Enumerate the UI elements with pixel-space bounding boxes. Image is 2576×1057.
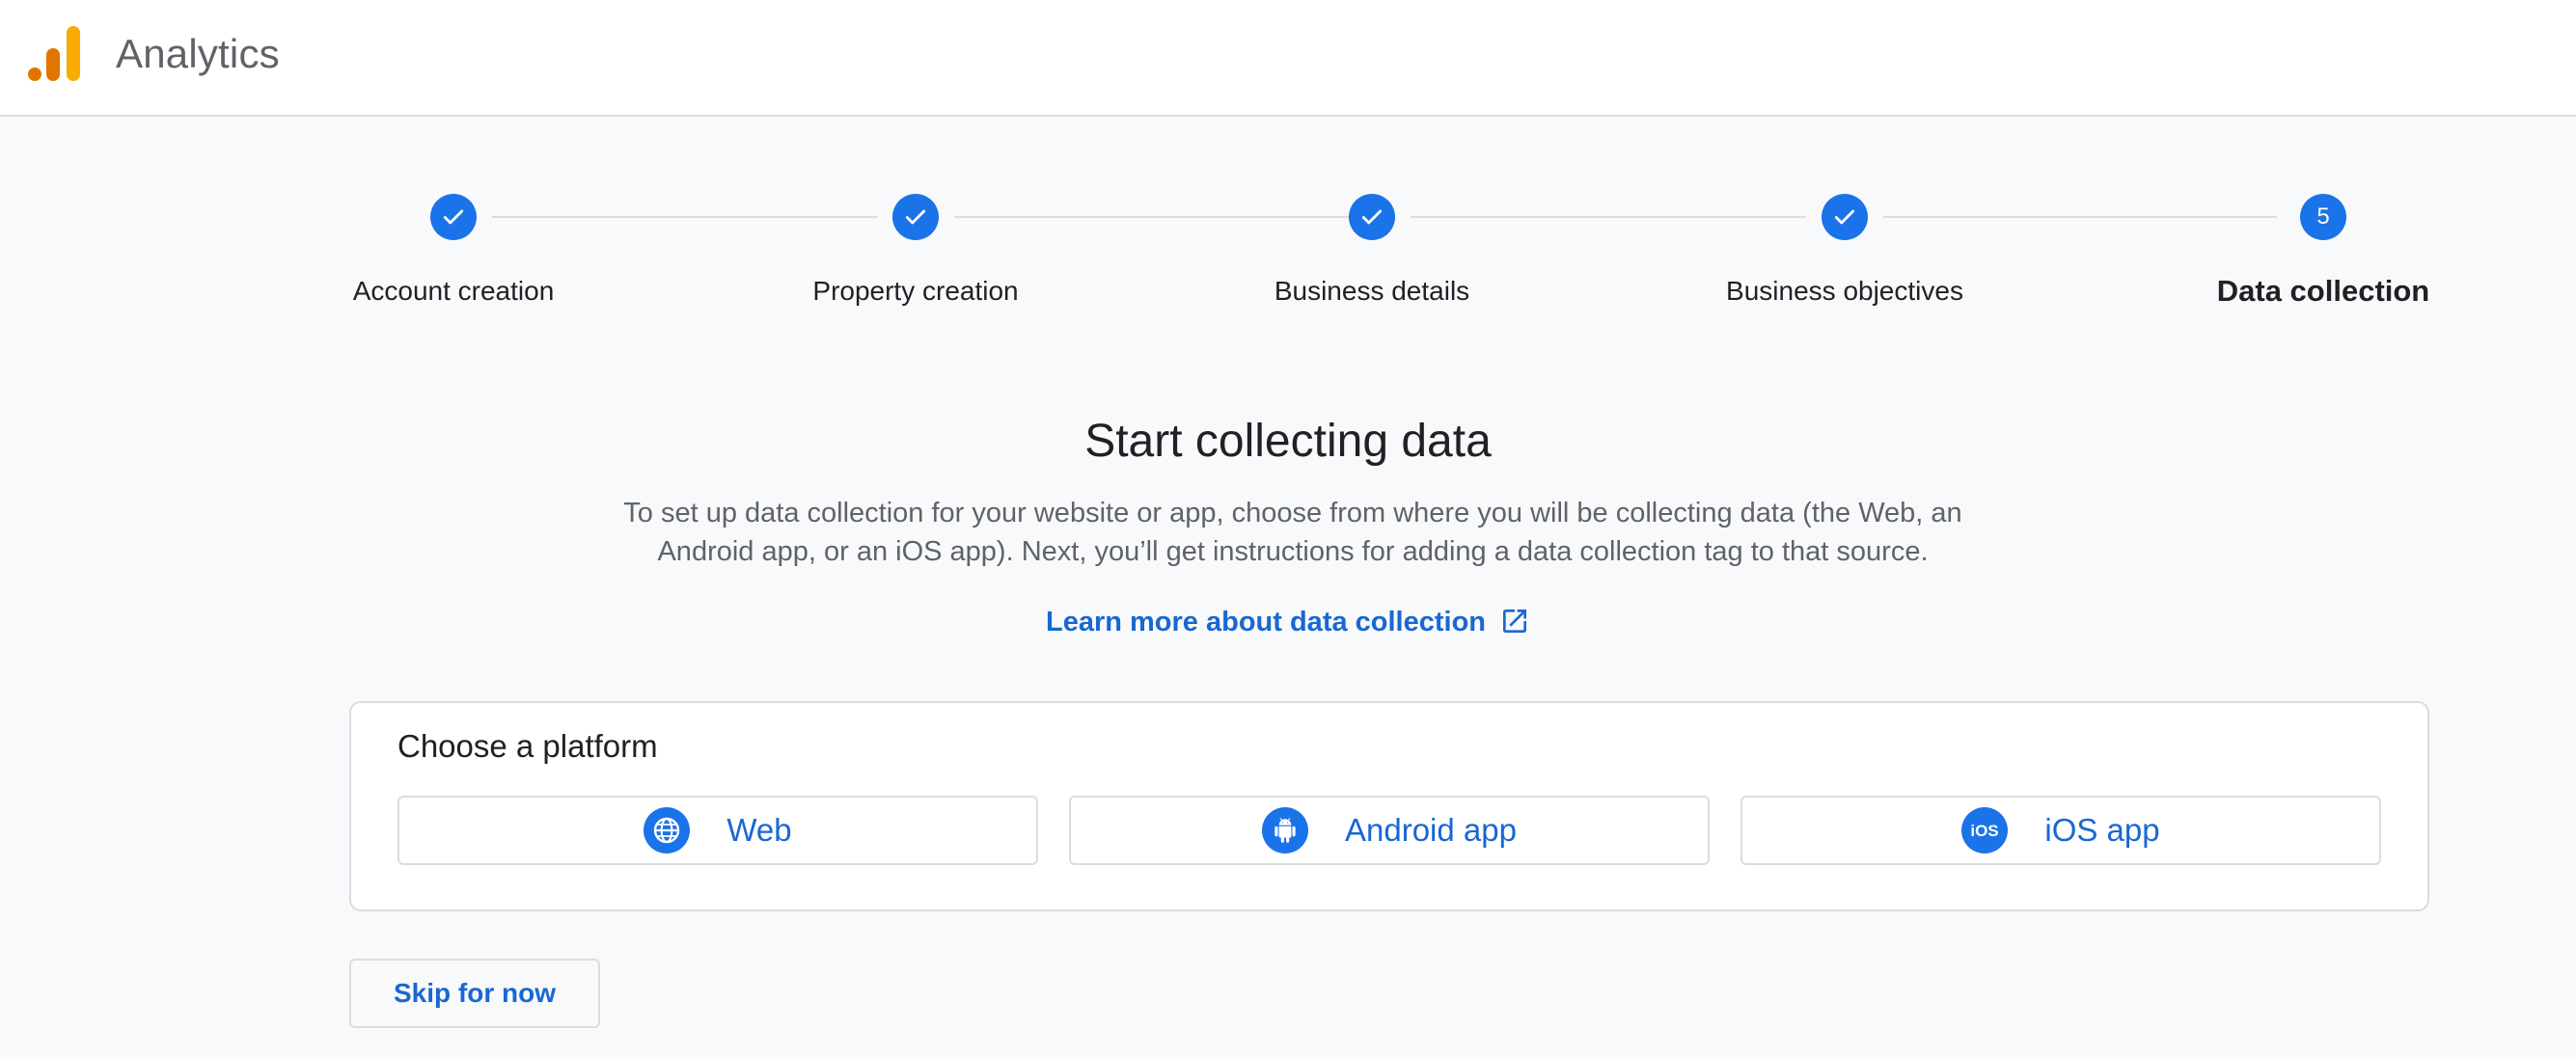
step-label-account-creation: Account creation: [352, 276, 555, 306]
step-1-complete-check-icon: [430, 194, 477, 240]
learn-more-link[interactable]: Learn more about data collection: [1046, 607, 1530, 637]
skip-for-now-button[interactable]: Skip for now: [349, 959, 600, 1028]
android-icon: [1262, 807, 1308, 854]
step-connector: [1411, 216, 1806, 218]
step-label-business-objectives: Business objectives: [1726, 276, 1963, 306]
setup-stepper: Account creation Property creation Busin…: [0, 0, 2576, 328]
globe-icon: [644, 807, 691, 854]
open-in-new-icon: [1499, 606, 1530, 644]
step-5-current-number: 5: [2300, 194, 2346, 240]
step-connector: [954, 216, 1350, 218]
page-title: Start collecting data: [1084, 416, 1492, 467]
android-platform-button[interactable]: Android app: [1069, 796, 1710, 865]
step-connector: [492, 216, 878, 218]
learn-more-link-label: Learn more about data collection: [1045, 607, 1487, 637]
step-label-business-details: Business details: [1274, 276, 1470, 306]
step-2-complete-check-icon: [892, 194, 939, 240]
web-platform-label: Web: [726, 812, 792, 848]
step-label-data-collection: Data collection: [2216, 274, 2430, 308]
step-label-property-creation: Property creation: [812, 276, 1019, 306]
ios-platform-label: iOS app: [2044, 812, 2160, 848]
ios-icon: iOS: [1961, 807, 2009, 854]
card-title: Choose a platform: [397, 728, 658, 764]
web-platform-button[interactable]: Web: [397, 796, 1038, 865]
step-connector: [1883, 216, 2277, 218]
page-description: To set up data collection for your websi…: [623, 498, 1962, 567]
choose-platform-card: Choose a platform Web Android app iOS iO…: [349, 701, 2429, 911]
step-3-complete-check-icon: [1349, 194, 1395, 240]
learn-more-link-row: Learn more about data collection: [0, 606, 2576, 644]
svg-text:iOS: iOS: [1971, 822, 1999, 840]
step-4-complete-check-icon: [1822, 194, 1868, 240]
ios-platform-button[interactable]: iOS iOS app: [1740, 796, 2381, 865]
android-platform-label: Android app: [1345, 812, 1517, 848]
